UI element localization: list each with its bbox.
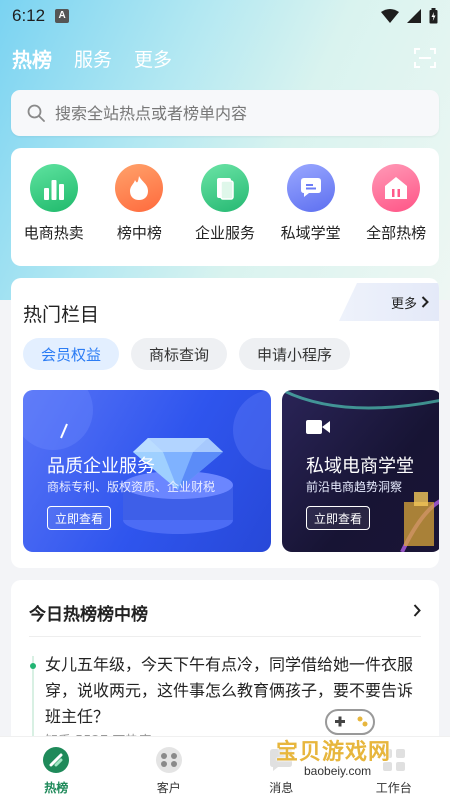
signal-icon: [407, 9, 421, 23]
quick-entry-academy[interactable]: 私域学堂: [270, 164, 352, 266]
watermark: 宝贝游戏网 baobeiy.com: [268, 704, 448, 786]
tab-service[interactable]: 服务: [74, 45, 112, 72]
wifi-icon: [381, 9, 399, 23]
chart-icon: [29, 164, 78, 212]
search-input[interactable]: [55, 103, 415, 123]
quick-entry-ecommerce[interactable]: 电商热卖: [13, 164, 95, 266]
hot-columns-card: 热门栏目 更多 会员权益 商标查询 申请小程序 品质企业服务 商标专利、版权资质…: [11, 278, 439, 568]
notification-badge: A: [55, 9, 70, 23]
nav-item-hot[interactable]: 热榜: [16, 745, 96, 796]
search-icon: [27, 104, 45, 122]
nav-item-customer[interactable]: 客户: [129, 745, 209, 796]
quick-entry-all-hot[interactable]: 全部热榜: [355, 164, 437, 266]
banner-enterprise-service[interactable]: 品质企业服务 商标专利、版权资质、企业财税 立即查看: [23, 390, 271, 552]
today-title: 今日热榜榜中榜: [29, 605, 148, 625]
quick-entry-label: 私域学堂: [280, 224, 341, 242]
quick-entry-card: 电商热卖 榜中榜 企业服务 私域学堂 全部热榜: [11, 148, 439, 266]
view-now-button[interactable]: 立即查看: [306, 506, 371, 530]
chip-mini-program[interactable]: 申请小程序: [239, 338, 351, 370]
tab-hot[interactable]: 热榜: [12, 44, 52, 73]
banner-title: 品质企业服务: [47, 456, 155, 477]
status-time: 6:12: [12, 6, 46, 25]
gamepad-icon: [325, 709, 375, 735]
search-bar[interactable]: [11, 90, 439, 136]
quick-entry-label: 企业服务: [194, 224, 255, 242]
timeline-dot: [30, 663, 36, 669]
chevron-right-icon: [421, 296, 429, 308]
customer-icon: [154, 745, 184, 775]
nav-label: 热榜: [44, 781, 69, 795]
more-label: 更多: [390, 296, 417, 312]
tab-more[interactable]: 更多: [134, 45, 172, 72]
more-button[interactable]: 更多: [339, 283, 439, 321]
watermark-text: 宝贝游戏网: [276, 740, 392, 765]
quick-entry-enterprise[interactable]: 企业服务: [184, 164, 266, 266]
divider: [29, 636, 421, 637]
watermark-url: baobeiy.com: [296, 764, 380, 778]
chat-icon: [286, 164, 335, 212]
chevron-right-icon[interactable]: [413, 602, 421, 621]
hot-icon: [41, 745, 71, 775]
status-icons: [381, 8, 438, 24]
scan-icon[interactable]: [412, 45, 438, 71]
banner-subtitle: 商标专利、版权资质、企业财税: [47, 480, 216, 494]
category-chips: 会员权益 商标查询 申请小程序: [23, 338, 351, 370]
quick-entry-label: 榜中榜: [116, 224, 162, 242]
chip-trademark-search[interactable]: 商标查询: [131, 338, 228, 370]
document-icon: [200, 164, 249, 212]
quick-entry-label: 电商热卖: [23, 224, 84, 242]
chip-member-benefits[interactable]: 会员权益: [23, 338, 120, 370]
section-title: 热门栏目: [23, 304, 100, 326]
view-now-button[interactable]: 立即查看: [47, 506, 112, 530]
top-tabs: 热榜 服务 更多: [0, 38, 450, 78]
home-icon: [372, 164, 421, 212]
nav-label: 客户: [156, 781, 181, 795]
banner-subtitle: 前沿电商趋势洞察: [306, 480, 403, 494]
banner-private-academy[interactable]: 私域电商学堂 前沿电商趋势洞察 立即查看: [282, 390, 439, 552]
status-bar: 6:12 A: [0, 0, 450, 32]
battery-icon: [429, 8, 438, 24]
flame-icon: [115, 164, 164, 212]
quick-entry-ranking[interactable]: 榜中榜: [98, 164, 180, 266]
banner-title: 私域电商学堂: [306, 456, 414, 477]
quick-entry-label: 全部热榜: [366, 224, 427, 242]
